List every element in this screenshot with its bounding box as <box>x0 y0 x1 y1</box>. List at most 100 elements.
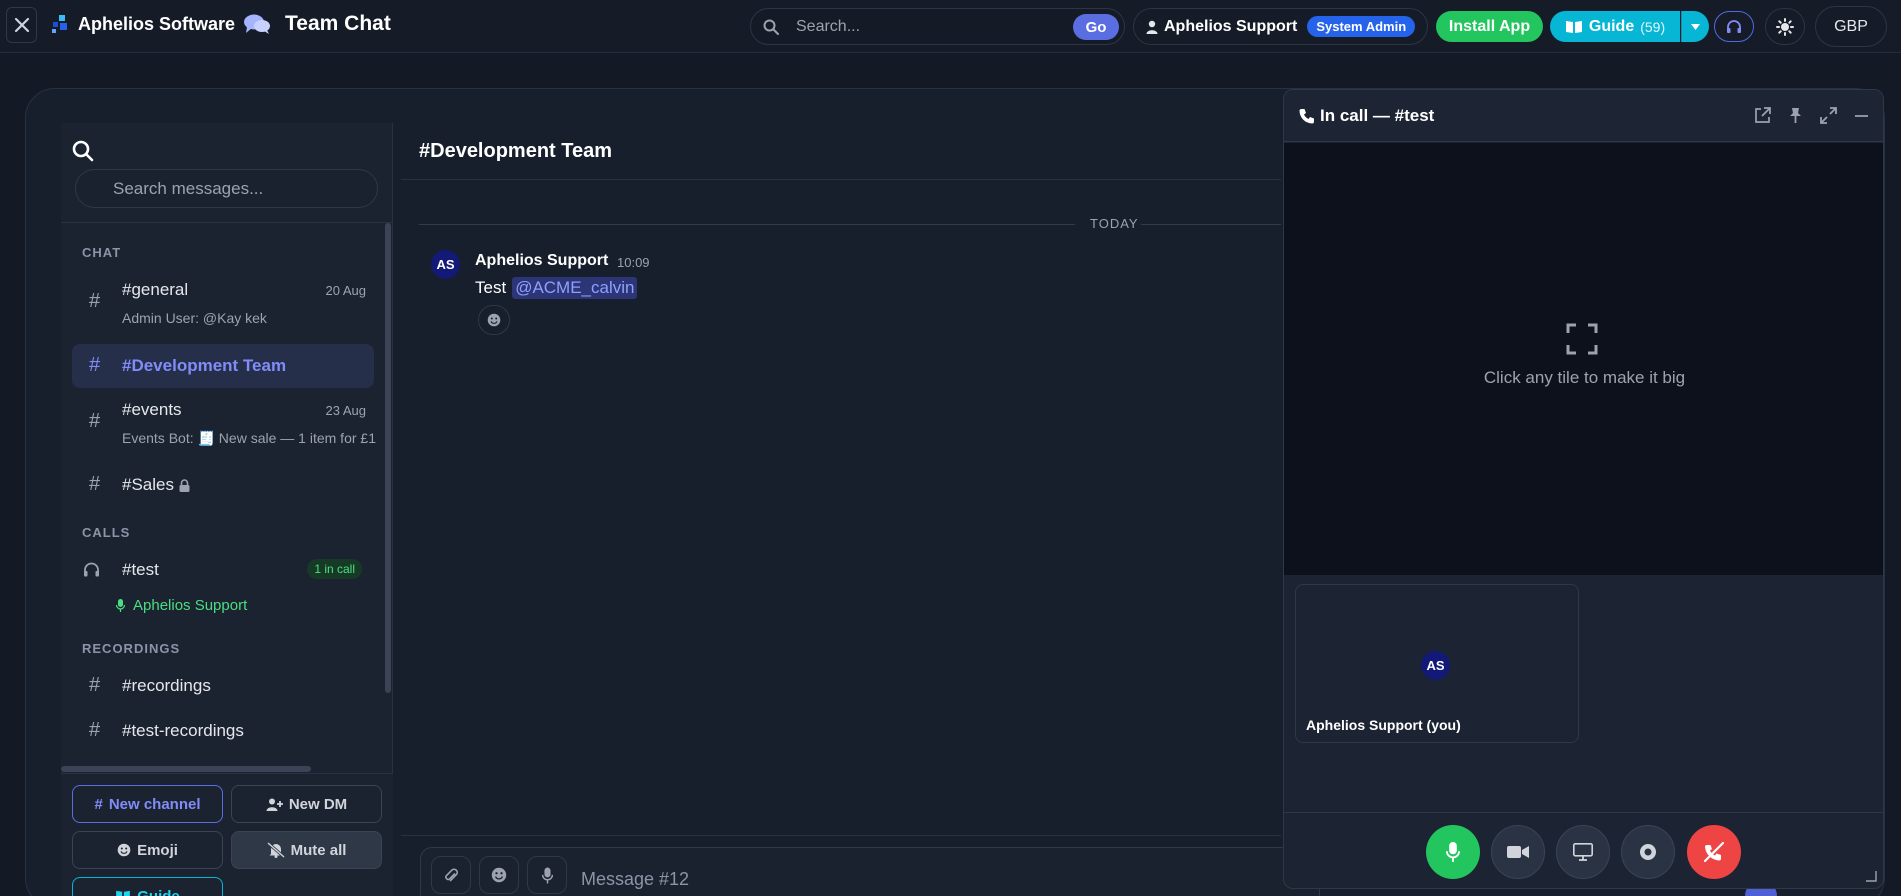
call-panel: In call — #test Click any tile to make i… <box>1283 89 1884 889</box>
user-icon <box>1146 20 1158 34</box>
headphones-icon <box>84 562 99 577</box>
sidebar-guide-button[interactable]: Guide <box>72 877 223 896</box>
close-button[interactable] <box>6 7 37 43</box>
logo-icon <box>52 15 67 33</box>
brand[interactable]: Aphelios Software Team Chat <box>50 12 391 36</box>
chat-title: #Development Team <box>419 140 613 162</box>
channel-name: #Development Team <box>122 356 287 375</box>
mute-all-label: Mute all <box>290 841 347 859</box>
emoji-label: Emoji <box>137 841 178 859</box>
call-title: In call — #test <box>1320 106 1435 125</box>
pin-icon[interactable] <box>1786 106 1805 125</box>
call-controls <box>1284 812 1883 888</box>
mute-all-button[interactable]: Mute all <box>231 831 382 869</box>
attach-button[interactable] <box>431 856 471 894</box>
channel-name: #test-recordings <box>122 721 244 740</box>
app-name: Team Chat <box>285 12 391 35</box>
global-search-input[interactable] <box>796 16 1056 38</box>
minimize-icon[interactable] <box>1852 106 1871 125</box>
sidebar-guide-label: Guide <box>137 887 180 896</box>
new-dm-label: New DM <box>288 795 348 813</box>
currency-selector[interactable]: GBP <box>1815 6 1887 47</box>
caret-down-icon <box>1691 23 1700 30</box>
paperclip-icon <box>445 868 458 881</box>
add-reaction-button[interactable] <box>478 305 510 335</box>
emoji-picker-button[interactable] <box>479 856 519 894</box>
channel-sales[interactable]: # #Sales <box>72 465 374 505</box>
search-icon[interactable] <box>72 140 94 162</box>
smiley-icon <box>487 313 501 327</box>
sidebar-horizontal-scrollbar[interactable] <box>61 766 311 772</box>
toggle-mic-button[interactable] <box>1426 825 1480 879</box>
role-badge: System Admin <box>1307 16 1416 37</box>
hash-icon: # <box>94 795 103 813</box>
channel-general[interactable]: # #general 20 Aug Admin User: @Kay kek <box>72 273 374 331</box>
guide-dropdown-button[interactable] <box>1681 11 1709 42</box>
channel-recordings[interactable]: # #recordings <box>72 666 374 704</box>
call-channel-test[interactable]: #test 1 in call <box>72 553 374 587</box>
leave-call-button[interactable] <box>1687 825 1741 879</box>
section-label-calls: CALLS <box>82 525 131 540</box>
search-messages-input[interactable] <box>75 169 378 208</box>
new-dm-button[interactable]: New DM <box>231 785 382 823</box>
voice-message-button[interactable] <box>527 856 567 894</box>
user-menu[interactable]: Aphelios Support System Admin <box>1133 8 1428 45</box>
microphone-icon <box>1446 842 1460 862</box>
channel-development-team[interactable]: # #Development Team <box>72 344 374 388</box>
divider-line <box>419 224 1075 225</box>
microphone-icon <box>541 867 553 883</box>
install-app-button[interactable]: Install App <box>1436 11 1543 42</box>
message-author[interactable]: Aphelios Support <box>475 252 608 270</box>
phone-icon <box>1299 108 1314 123</box>
sidebar-scrollbar[interactable] <box>385 223 391 693</box>
resize-grip-icon[interactable] <box>1865 870 1877 882</box>
fullscreen-icon <box>1566 323 1598 355</box>
hash-icon: # <box>89 354 101 376</box>
search-icon <box>763 19 779 35</box>
new-channel-button[interactable]: # New channel <box>72 785 223 823</box>
emoji-button[interactable]: Emoji <box>72 831 223 869</box>
day-label: TODAY <box>1090 216 1139 231</box>
call-title-wrap: In call — #test <box>1298 106 1434 126</box>
popout-icon[interactable] <box>1753 106 1772 125</box>
composer <box>401 835 1320 896</box>
user-mention[interactable]: @ACME_calvin <box>512 277 638 299</box>
chat-header: #Development Team <box>401 123 1281 180</box>
share-screen-button[interactable] <box>1556 825 1610 879</box>
guide-count: (59) <box>1640 18 1666 35</box>
support-button[interactable] <box>1714 11 1754 42</box>
channel-name: #general <box>122 280 189 299</box>
call-stage[interactable]: Click any tile to make it big <box>1284 143 1883 575</box>
participant-tile[interactable]: AS Aphelios Support (you) <box>1295 584 1579 743</box>
call-panel-header[interactable]: In call — #test <box>1284 90 1883 142</box>
hash-icon: # <box>89 410 101 432</box>
stage-hint: Click any tile to make it big <box>1483 368 1686 387</box>
search-go-button[interactable]: Go <box>1073 14 1119 40</box>
avatar: AS <box>1421 651 1450 680</box>
channel-preview: Admin User: @Kay kek <box>122 310 267 326</box>
hash-icon: # <box>89 473 101 495</box>
message-input[interactable] <box>581 868 981 890</box>
hash-icon: # <box>89 674 101 696</box>
chat-bubbles-icon <box>244 14 271 34</box>
toggle-camera-button[interactable] <box>1491 825 1545 879</box>
call-participant: Aphelios Support <box>116 597 247 614</box>
channel-date: 20 Aug <box>325 283 367 298</box>
close-icon <box>14 17 29 33</box>
section-label-recordings: RECORDINGS <box>82 641 181 656</box>
guide-label: Guide <box>1588 17 1635 35</box>
bell-slash-icon <box>266 842 285 858</box>
call-panel-actions <box>1753 106 1871 125</box>
theme-toggle-button[interactable] <box>1765 8 1805 45</box>
hash-icon: # <box>89 719 101 741</box>
record-button[interactable] <box>1621 825 1675 879</box>
channel-events[interactable]: # #events 23 Aug Events Bot: 🧾 New sale … <box>72 393 376 451</box>
guide-button[interactable]: Guide (59) <box>1550 11 1680 42</box>
expand-icon[interactable] <box>1819 106 1838 125</box>
channel-test-recordings[interactable]: # #test-recordings <box>72 711 374 749</box>
microphone-icon <box>116 599 125 612</box>
avatar[interactable]: AS <box>431 250 460 279</box>
channel-date: 23 Aug <box>325 403 367 418</box>
message-text: Test <box>475 278 507 297</box>
sidebar-search <box>61 123 393 223</box>
